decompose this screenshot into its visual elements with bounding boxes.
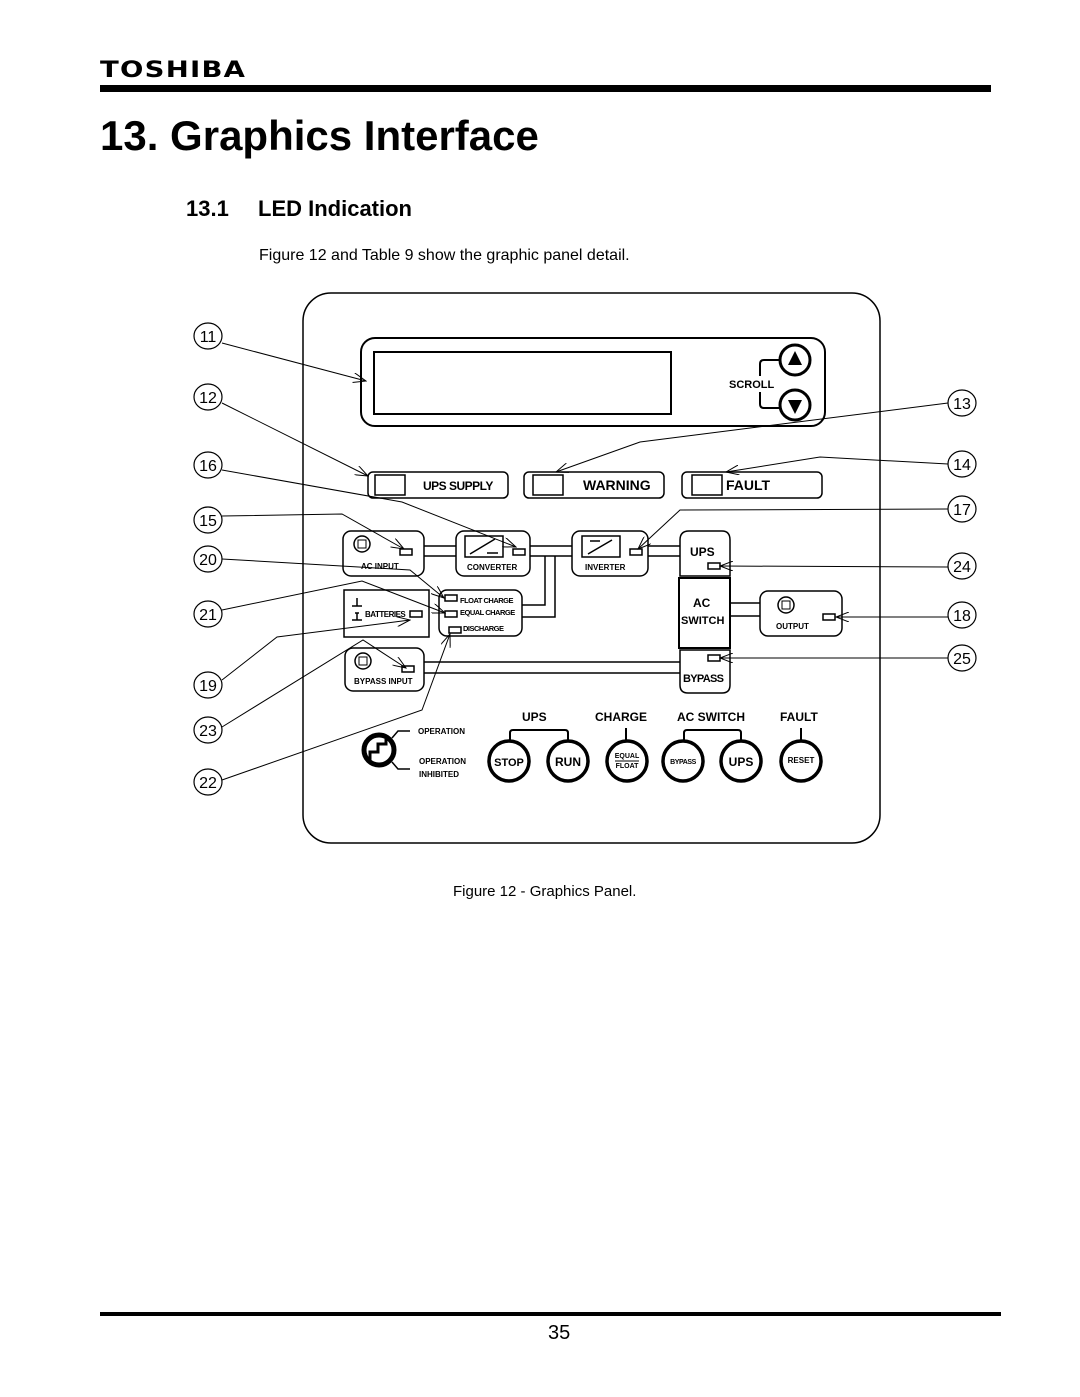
leader-14 — [726, 456, 949, 472]
callout-number-20: 20 — [199, 552, 217, 569]
fault-led — [691, 474, 723, 496]
inverter-led — [629, 548, 643, 556]
callout-number-14: 14 — [953, 457, 971, 474]
page-number: 35 — [548, 1322, 571, 1344]
operation-inhibited-line2: INHIBITED — [419, 770, 459, 779]
operation-label: OPERATION — [418, 727, 465, 736]
flow-line — [424, 661, 680, 674]
scroll-down-icon — [788, 400, 802, 414]
leader-11 — [221, 342, 366, 381]
bypass-label: BYPASS — [683, 673, 724, 685]
ups-supply-led — [374, 474, 406, 496]
output-label: OUTPUT — [776, 622, 809, 631]
discharge-label: DISCHARGE — [463, 624, 504, 633]
callout-number-22: 22 — [199, 775, 217, 792]
group-label-ac-switch: AC SWITCH — [677, 710, 745, 724]
group-label-charge: CHARGE — [595, 710, 647, 724]
ac-switch-block — [678, 577, 731, 649]
bypass-led — [707, 654, 721, 662]
group-label-ups: UPS — [522, 710, 547, 724]
equal-charge-label: EQUAL CHARGE — [460, 608, 515, 617]
float-charge-label: FLOAT CHARGE — [460, 596, 514, 605]
equal-label: EQUAL — [615, 753, 640, 760]
leader-20 — [221, 558, 444, 598]
run-button-label: RUN — [555, 755, 581, 769]
lcd-display[interactable] — [373, 351, 672, 415]
equal-charge-led — [444, 610, 458, 618]
reset-button-label: RESET — [788, 756, 815, 765]
ac-switch-ups-button-label: UPS — [729, 755, 754, 769]
ups-led — [707, 562, 721, 570]
scroll-up-icon — [788, 351, 802, 365]
batteries-led — [409, 610, 423, 618]
bypass-block — [679, 649, 731, 694]
callout-number-21: 21 — [199, 607, 217, 624]
callout-number-24: 24 — [953, 559, 971, 576]
warning-led — [532, 474, 564, 496]
flow-line — [522, 556, 556, 618]
ups-group-bracket — [509, 729, 569, 740]
bypass-input-icon — [354, 652, 372, 670]
leader-24 — [720, 566, 949, 567]
fault-label: FAULT — [726, 477, 771, 493]
footer-rule — [100, 1312, 1001, 1316]
bypass-input-label: BYPASS INPUT — [354, 677, 413, 686]
group-label-fault: FAULT — [780, 710, 818, 724]
ac-input-label: AC INPUT — [361, 562, 399, 571]
callout-number-11: 11 — [200, 329, 217, 346]
output-icon — [777, 596, 795, 614]
discharge-led — [448, 626, 462, 634]
leader-17 — [638, 508, 949, 549]
callout-number-25: 25 — [953, 651, 971, 668]
leader-21 — [221, 580, 445, 613]
inverter-label: INVERTER — [585, 563, 626, 572]
callout-number-16: 16 — [199, 458, 217, 475]
leader-12 — [221, 402, 368, 476]
leader-22 — [221, 634, 450, 781]
ac-switch-label-line2: SWITCH — [681, 615, 724, 627]
ac-input-icon — [353, 535, 371, 553]
callout-number-17: 17 — [953, 502, 971, 519]
ups-supply-label: UPS SUPPLY — [423, 479, 493, 493]
batteries-label: BATTERIES — [365, 610, 406, 619]
callout-number-13: 13 — [953, 396, 971, 413]
leader-19 — [221, 620, 410, 681]
converter-led — [512, 548, 526, 556]
ac-switch-label-line1: AC — [693, 596, 711, 610]
scroll-label: SCROLL — [729, 379, 775, 391]
callout-number-23: 23 — [199, 723, 217, 740]
converter-label: CONVERTER — [467, 563, 517, 572]
graphics-panel-figure: SCROLL UPS SUPPLY WARNING FAULT AC INPUT… — [193, 292, 977, 844]
figure-caption: Figure 12 - Graphics Panel. — [453, 883, 637, 900]
bypass-button-label: BYPASS — [670, 759, 697, 766]
callout-number-12: 12 — [199, 390, 217, 407]
flow-line — [730, 602, 760, 617]
stop-button-label: STOP — [494, 757, 524, 769]
callout-number-15: 15 — [199, 513, 217, 530]
ac-input-led — [399, 548, 413, 556]
float-label: FLOAT — [616, 763, 640, 770]
callout-number-18: 18 — [953, 608, 971, 625]
ac-switch-group-bracket — [683, 729, 742, 740]
battery-icon — [352, 598, 362, 621]
warning-label: WARNING — [583, 477, 651, 493]
float-charge-led — [444, 594, 458, 602]
output-led — [822, 613, 836, 621]
operation-inhibited-line1: OPERATION — [419, 757, 466, 766]
ups-block-label: UPS — [690, 545, 715, 559]
callout-number-19: 19 — [199, 678, 217, 695]
